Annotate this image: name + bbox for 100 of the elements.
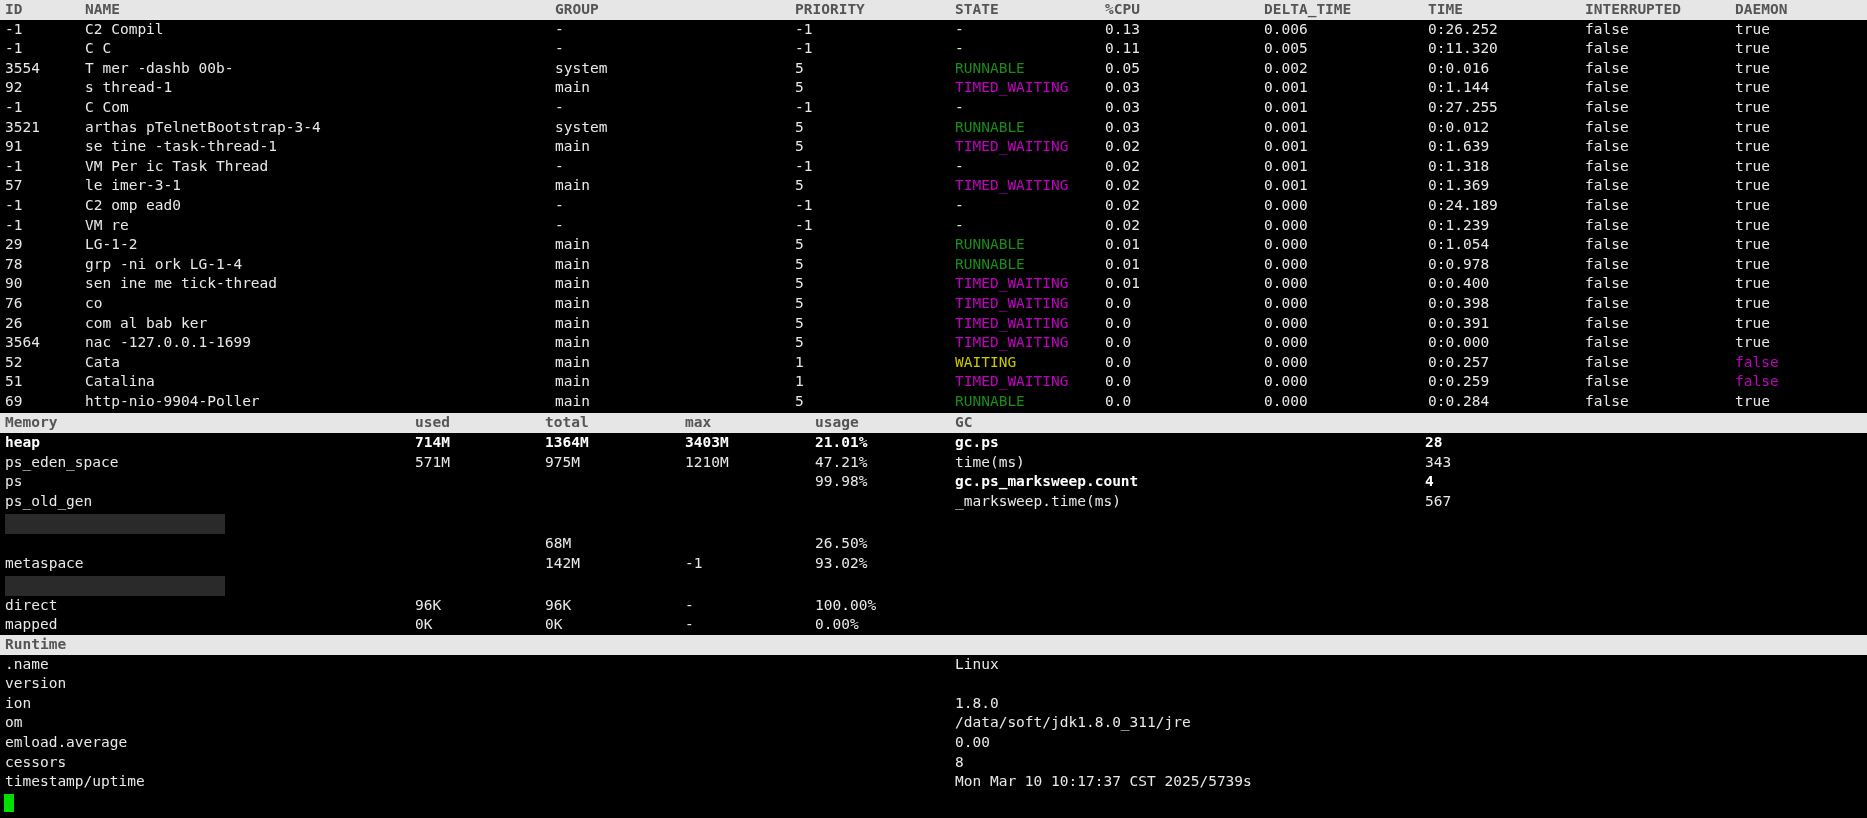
daemon-value: true	[1735, 117, 1771, 137]
thread-name: grp -ni ork LG-1-4	[85, 254, 244, 274]
daemon-value: true	[1735, 78, 1771, 98]
cpu-usage: 0.05	[1105, 58, 1141, 78]
column-header: DAEMON	[1735, 0, 1789, 19]
thread-group: system	[555, 58, 795, 79]
thread-state: -	[955, 39, 965, 59]
interrupted-value: false	[1585, 274, 1630, 294]
memory-usage: 47.21%	[815, 452, 869, 472]
thread-state: -	[955, 97, 965, 117]
thread-id: 51	[5, 372, 24, 392]
thread-priority: -1	[795, 39, 814, 59]
thread-id: 29	[5, 235, 24, 255]
daemon-value: true	[1735, 254, 1771, 274]
thread-id: 3564	[5, 333, 41, 353]
thread-group: main	[555, 352, 795, 373]
thread-group: -	[555, 195, 795, 216]
cpu-usage: 0.11	[1105, 39, 1141, 59]
thread-priority: 5	[795, 235, 805, 255]
thread-priority: 1	[795, 352, 805, 372]
cpu-usage: 0.0	[1105, 313, 1133, 333]
thread-state: TIMED_WAITING	[955, 333, 1070, 353]
thread-name: LG-1-2	[85, 235, 139, 255]
memory-area: metaspace	[5, 553, 415, 574]
thread-priority: -1	[795, 97, 814, 117]
memory-max: 3403M	[685, 433, 730, 453]
column-header: Memory	[5, 413, 59, 433]
daemon-value: true	[1735, 313, 1771, 333]
memory-area: mapped	[5, 615, 415, 635]
daemon-value: true	[1735, 97, 1771, 117]
daemon-value: true	[1735, 156, 1771, 176]
gc-value: 567	[1425, 491, 1453, 511]
thread-priority: 5	[795, 254, 805, 274]
cpu-usage: 0.02	[1105, 195, 1141, 215]
thread-group: -	[555, 19, 795, 40]
thread-time: 0:0.000	[1428, 333, 1491, 353]
thread-state: -	[955, 19, 965, 39]
gc-value: 28	[1425, 433, 1444, 453]
thread-time: 0:1.318	[1428, 156, 1491, 176]
thread-state: TIMED_WAITING	[955, 176, 1070, 196]
daemon-value: true	[1735, 19, 1771, 39]
thread-state: TIMED_WAITING	[955, 78, 1070, 98]
delta-time: 0.005	[1264, 39, 1309, 59]
thread-group: -	[555, 97, 795, 118]
memory-total: 975M	[545, 452, 581, 472]
thread-name: le imer-3-1	[85, 176, 183, 196]
interrupted-value: false	[1585, 176, 1630, 196]
memory-total: 0K	[545, 615, 564, 635]
thread-name: com al bab ker	[85, 313, 209, 333]
memory-area: ps	[5, 472, 415, 492]
daemon-value: true	[1735, 333, 1771, 353]
thread-time: 0:0.398	[1428, 293, 1491, 313]
delta-time: 0.006	[1264, 19, 1309, 39]
thread-id: 91	[5, 137, 24, 157]
thread-group: -	[555, 215, 795, 236]
column-header: total	[545, 413, 590, 433]
gc-value: 4	[1425, 472, 1435, 492]
thread-group: main	[555, 391, 795, 412]
thread-name: se tine -task-thread-1	[85, 137, 279, 157]
thread-state: TIMED_WAITING	[955, 372, 1070, 392]
thread-priority: -1	[795, 195, 814, 215]
memory-max: -1	[685, 553, 704, 573]
thread-id: -1	[5, 39, 24, 59]
thread-id: 52	[5, 352, 24, 372]
cpu-usage: 0.0	[1105, 391, 1133, 411]
interrupted-value: false	[1585, 156, 1630, 176]
thread-state: TIMED_WAITING	[955, 313, 1070, 334]
cpu-usage: 0.03	[1105, 117, 1141, 137]
thread-id: 76	[5, 293, 24, 313]
delta-time: 0.001	[1264, 97, 1309, 117]
thread-id: 3521	[5, 117, 41, 137]
delta-time: 0.000	[1264, 215, 1309, 235]
cpu-usage: 0.02	[1105, 156, 1141, 176]
thread-state: RUNNABLE	[955, 117, 1026, 137]
memory-usage: 21.01%	[815, 433, 869, 453]
interrupted-value: false	[1585, 372, 1630, 392]
column-header: used	[415, 413, 451, 433]
interrupted-value: false	[1585, 293, 1630, 313]
interrupted-value: false	[1585, 137, 1630, 157]
memory-used: 96K	[415, 595, 443, 615]
column-header: ID	[5, 0, 24, 19]
delta-time: 0.000	[1264, 254, 1309, 274]
thread-group: system	[555, 117, 795, 138]
memory-max: 1210M	[685, 452, 730, 472]
interrupted-value: false	[1585, 352, 1630, 372]
thread-priority: 5	[795, 176, 805, 196]
delta-time: 0.000	[1264, 274, 1309, 294]
cpu-usage: 0.01	[1105, 274, 1141, 294]
thread-group: main	[555, 333, 795, 353]
column-header: DELTA_TIME	[1264, 0, 1353, 20]
cpu-usage: 0.0	[1105, 352, 1133, 372]
thread-group: main	[555, 293, 795, 314]
delta-time: 0.001	[1264, 137, 1309, 157]
thread-name: arthas pTelnetBootstrap-3-4	[85, 117, 322, 137]
thread-time: 0:1.144	[1428, 78, 1491, 98]
gc-value: 343	[1425, 452, 1453, 472]
thread-time: 0:0.016	[1428, 58, 1491, 78]
thread-time: 0:26.252	[1428, 19, 1499, 39]
cpu-usage: 0.0	[1105, 372, 1133, 392]
thread-state: -	[955, 215, 965, 235]
